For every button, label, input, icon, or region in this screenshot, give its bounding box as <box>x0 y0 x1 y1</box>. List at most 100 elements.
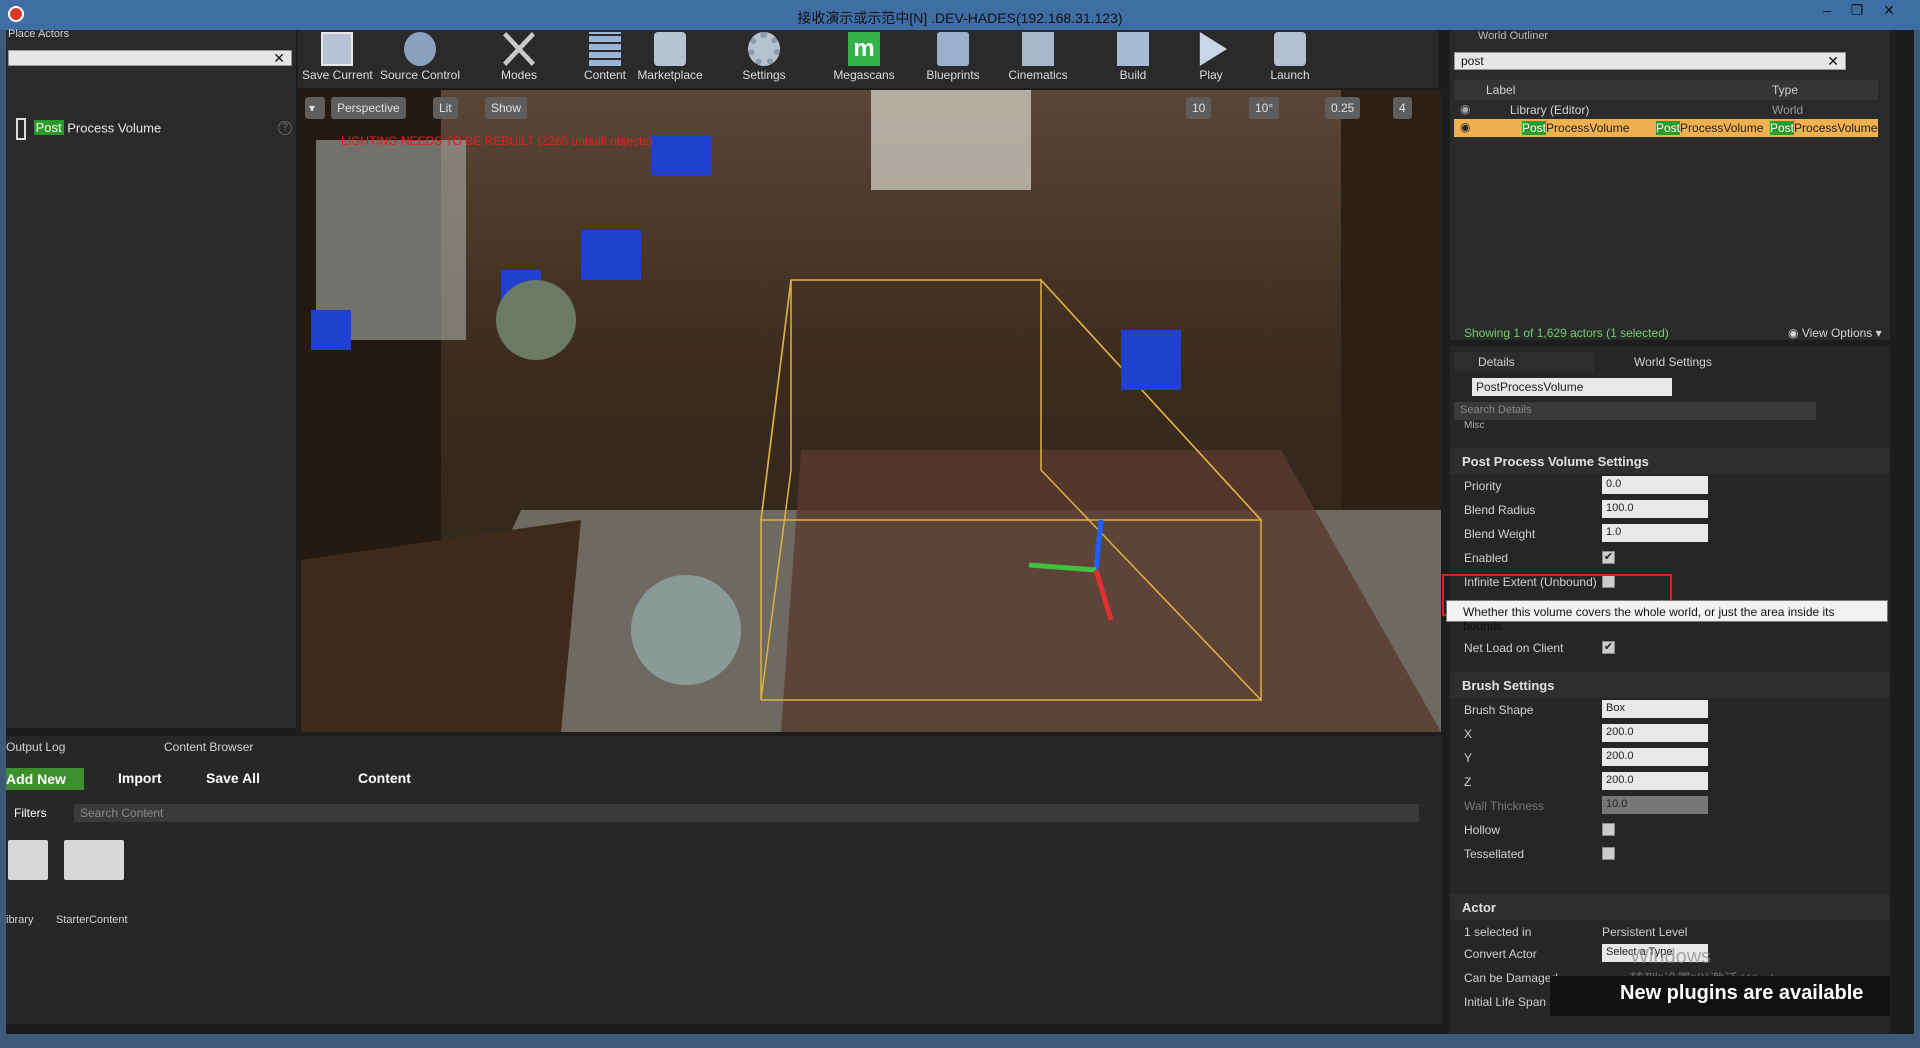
perspective-button[interactable]: Perspective <box>331 97 406 119</box>
play-button[interactable]: Play <box>1186 30 1236 88</box>
source-control-button[interactable]: Source Control <box>378 30 462 88</box>
modes-icon <box>503 32 535 66</box>
hollow-checkbox[interactable] <box>1602 823 1615 836</box>
row-blend-radius: Blend Radius 100.0 <box>1450 498 1890 522</box>
outliner-search-input[interactable]: post ✕ <box>1454 52 1846 70</box>
cinematics-button[interactable]: Cinematics <box>998 30 1078 88</box>
grid-snap[interactable]: 10 <box>1186 97 1212 119</box>
actor-name-input[interactable]: PostProcessVolume <box>1472 378 1672 396</box>
row-enabled: Enabled ✔ <box>1450 546 1890 570</box>
tab-content-browser[interactable]: Content Browser <box>156 740 253 754</box>
marketplace-icon <box>654 32 686 66</box>
settings-button[interactable]: Settings <box>734 30 794 88</box>
row-x: X 200.0 <box>1450 722 1890 746</box>
build-button[interactable]: Build <box>1108 30 1158 88</box>
help-icon[interactable]: ? <box>278 121 292 135</box>
toolbar-label: Launch <box>1270 68 1310 82</box>
search-details-input[interactable]: Search Details <box>1454 402 1816 420</box>
search-content-input[interactable]: Search Content <box>74 804 1419 822</box>
lighting-warning: LIGHTING NEEDS TO BE REBUILT (2265 unbui… <box>341 134 653 148</box>
type-rest: ProcessVolume <box>1794 121 1878 135</box>
priority-field[interactable]: 0.0 <box>1602 476 1708 494</box>
outliner-tab[interactable]: World Outliner <box>1478 30 1548 42</box>
rotation-snap[interactable]: 10° <box>1249 97 1280 119</box>
toolbar-label: Marketplace <box>637 68 703 82</box>
enabled-checkbox[interactable]: ✔ <box>1602 551 1615 564</box>
row-label: Library (Editor) <box>1510 103 1590 117</box>
scale-snap[interactable]: 0.25 <box>1325 97 1361 119</box>
tessellated-checkbox[interactable] <box>1602 847 1615 860</box>
maximize-button[interactable]: ❐ <box>1842 2 1872 20</box>
eye-icon[interactable]: ◉ <box>1460 120 1470 134</box>
import-button[interactable]: Import <box>118 770 162 786</box>
launch-button[interactable]: Launch <box>1262 30 1318 88</box>
row-wall-thickness: Wall Thickness 10.0 <box>1450 794 1890 818</box>
outliner-header: Label Type <box>1454 80 1878 100</box>
folder-icon[interactable] <box>8 840 48 880</box>
blend-radius-field[interactable]: 100.0 <box>1602 500 1708 518</box>
row-net-load: Net Load on Client ✔ <box>1450 636 1890 660</box>
place-actors-tab[interactable]: Place Actors <box>6 29 296 42</box>
category-brush-settings[interactable]: Brush Settings <box>1450 672 1890 698</box>
tab-details[interactable]: Details <box>1454 352 1594 372</box>
save-all-button[interactable]: Save All <box>206 770 260 786</box>
brush-shape-select[interactable]: Box <box>1602 700 1708 718</box>
marketplace-button[interactable]: Marketplace <box>632 30 708 88</box>
plugins-notification[interactable]: New plugins are available <box>1550 976 1890 1016</box>
save-current-button[interactable]: Save Current <box>302 30 373 88</box>
category-actor[interactable]: Actor <box>1450 894 1890 920</box>
toolbar-label: Content <box>583 68 627 82</box>
item-label: Process Volume <box>63 120 162 136</box>
folder-icon[interactable] <box>64 840 124 880</box>
close-button[interactable]: ✕ <box>1874 2 1904 20</box>
camera-speed[interactable]: 4 <box>1393 97 1412 119</box>
toolbar-label: Source Control <box>379 68 461 82</box>
list-item-post-process-volume[interactable]: Post Process Volume ? <box>16 118 296 140</box>
blueprints-button[interactable]: Blueprints <box>918 30 988 88</box>
minimize-button[interactable]: – <box>1812 2 1842 20</box>
add-new-button[interactable]: Add New <box>6 768 84 790</box>
prop-label: 1 selected in <box>1464 925 1532 939</box>
outliner-row-world[interactable]: ◉ Library (Editor) World <box>1454 101 1878 119</box>
search-value: post <box>1461 54 1484 68</box>
tab-output-log[interactable]: Output Log <box>6 740 65 754</box>
show-button[interactable]: Show <box>485 97 528 119</box>
category-post-process-volume[interactable]: Post Process Volume Settings <box>1450 448 1890 474</box>
lit-button[interactable]: Lit <box>433 97 458 119</box>
content-icon <box>589 32 621 66</box>
col-label[interactable]: Label <box>1486 83 1515 97</box>
prop-label: X <box>1464 727 1473 741</box>
row-y: Y 200.0 <box>1450 746 1890 770</box>
path-content[interactable]: Content <box>358 770 411 786</box>
prop-label: Z <box>1464 775 1472 789</box>
blend-weight-field[interactable]: 1.0 <box>1602 524 1708 542</box>
view-options-button[interactable]: ◉ View Options ▾ <box>1788 326 1882 340</box>
z-field[interactable]: 200.0 <box>1602 772 1708 790</box>
tab-world-settings[interactable]: World Settings <box>1604 352 1744 372</box>
build-icon <box>1117 32 1149 66</box>
clear-search-icon[interactable]: ✕ <box>273 50 285 67</box>
col-type[interactable]: Type <box>1772 83 1798 97</box>
save-icon <box>321 32 353 66</box>
y-field[interactable]: 200.0 <box>1602 748 1708 766</box>
row-brush-shape: Brush Shape Box <box>1450 698 1890 722</box>
place-actors-search-input[interactable]: ✕ <box>8 50 292 66</box>
row-type-2: PostProcessVolume <box>1770 121 1877 135</box>
net-load-checkbox[interactable]: ✔ <box>1602 641 1615 654</box>
prop-label: Initial Life Span <box>1464 995 1547 1009</box>
outliner-status: Showing 1 of 1,629 actors (1 selected) <box>1464 326 1669 340</box>
modes-button[interactable]: Modes <box>494 30 544 88</box>
content-button[interactable]: Content <box>580 30 630 88</box>
viewport-options-button[interactable]: ▾ <box>305 97 325 119</box>
outliner-row-selected[interactable]: ◉ PostProcessVolume PostProcessVolume Po… <box>1454 119 1878 137</box>
filters-button[interactable]: Filters <box>14 806 47 820</box>
clear-search-icon[interactable]: ✕ <box>1827 53 1839 70</box>
content-browser-panel: Output Log Content Browser Add New Impor… <box>6 736 1442 1024</box>
megascans-button[interactable]: m Megascans <box>824 30 904 88</box>
x-field[interactable]: 200.0 <box>1602 724 1708 742</box>
eye-icon[interactable]: ◉ <box>1460 102 1470 116</box>
misc-category[interactable]: Misc <box>1464 420 1485 431</box>
play-icon <box>1199 32 1227 66</box>
level-viewport[interactable]: ▾ Perspective Lit Show LIGHTING NEEDS TO… <box>301 90 1441 732</box>
row-hollow: Hollow <box>1450 818 1890 842</box>
